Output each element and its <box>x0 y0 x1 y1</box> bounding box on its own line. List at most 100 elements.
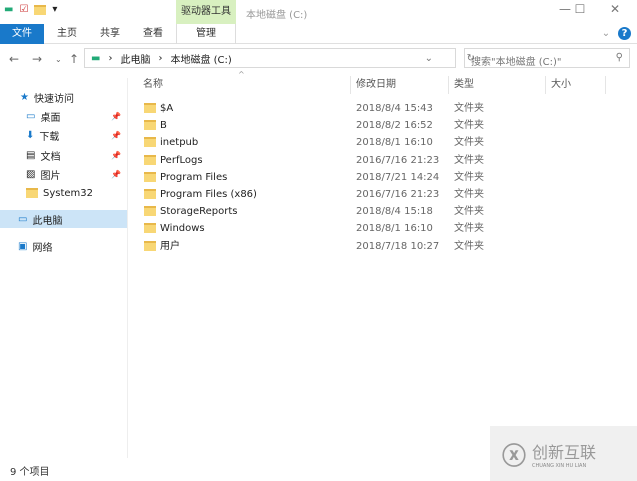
sidebar-item-network[interactable]: ▣ 网络 <box>0 237 127 255</box>
search-icon: ⚲ <box>615 52 623 63</box>
pin-icon: 📌 <box>111 169 121 179</box>
file-type: 文件夹 <box>454 240 484 252</box>
column-headers: ^ 名称 修改日期 类型 大小 <box>138 70 608 96</box>
column-size[interactable]: 大小 <box>546 76 606 94</box>
file-name: 用户 <box>160 240 180 252</box>
tab-share[interactable]: 共享 <box>95 24 125 44</box>
file-name: Program Files (x86) <box>160 189 257 200</box>
forward-button[interactable]: → <box>32 52 42 66</box>
file-type: 文件夹 <box>454 206 484 218</box>
separator-icon: › <box>158 52 163 64</box>
file-date: 2018/8/4 15:18 <box>356 206 433 218</box>
file-name: B <box>160 120 167 132</box>
file-type: 文件夹 <box>454 154 484 166</box>
picture-icon: ▨ <box>26 168 36 180</box>
sidebar-item-this-pc[interactable]: ▭ 此电脑 <box>0 210 127 228</box>
properties-icon[interactable]: ☑ <box>19 4 28 15</box>
sidebar-item-desktop[interactable]: ▭ 桌面 📌 <box>0 107 127 125</box>
close-button[interactable]: ✕ <box>600 2 630 20</box>
file-date: 2018/8/2 16:52 <box>356 120 433 132</box>
folder-icon <box>144 169 156 186</box>
file-date: 2018/8/1 16:10 <box>356 137 433 149</box>
sidebar-item-label: 网络 <box>32 242 53 254</box>
status-item-count: 9 个项目 <box>10 467 50 478</box>
tab-home[interactable]: 主页 <box>52 24 82 44</box>
column-date[interactable]: 修改日期 <box>351 76 449 94</box>
pin-icon: 📌 <box>111 111 121 121</box>
file-row[interactable]: StorageReports 2018/8/4 15:18 文件夹 <box>138 203 608 220</box>
tab-file[interactable]: 文件 <box>0 24 44 44</box>
sidebar-item-label: 快速访问 <box>33 93 74 105</box>
file-date: 2018/7/18 10:27 <box>356 240 440 252</box>
window-title: 本地磁盘 (C:) <box>246 10 308 21</box>
file-row[interactable]: B 2018/8/2 16:52 文件夹 <box>138 117 608 134</box>
sidebar-item-label: 图片 <box>40 170 61 182</box>
computer-icon: ▭ <box>18 213 28 225</box>
file-date: 2018/8/1 16:10 <box>356 223 433 235</box>
drive-tools-context-tab: 驱动器工具 <box>176 0 236 24</box>
tab-manage[interactable]: 管理 <box>176 24 236 44</box>
file-date: 2018/7/21 14:24 <box>356 171 440 183</box>
file-name: inetpub <box>160 137 199 149</box>
folder-icon <box>144 134 156 151</box>
network-icon: ▣ <box>18 240 28 252</box>
watermark-logo: ⓧ 创新互联 CHUANG XIN HU LIAN <box>490 426 637 481</box>
file-type: 文件夹 <box>454 189 484 200</box>
file-name: StorageReports <box>160 206 238 218</box>
sidebar-item-label: 此电脑 <box>32 215 63 227</box>
sidebar-item-downloads[interactable]: ⬇ 下载 📌 <box>0 126 127 144</box>
folder-icon <box>144 100 156 117</box>
file-name: Program Files <box>160 171 228 183</box>
search-input[interactable]: 搜索"本地磁盘 (C:)" ⚲ <box>464 48 630 68</box>
ribbon-tabs: 文件 主页 共享 查看 管理 ⌄ ? <box>0 24 637 44</box>
back-button[interactable]: ← <box>9 52 19 66</box>
maximize-button[interactable]: ☐ <box>565 2 595 20</box>
logo-icon: ⓧ <box>502 442 526 470</box>
file-row[interactable]: inetpub 2018/8/1 16:10 文件夹 <box>138 134 608 151</box>
help-icon[interactable]: ? <box>618 27 631 40</box>
desktop-icon: ▭ <box>26 110 36 122</box>
folder-icon <box>144 220 156 237</box>
file-name: PerfLogs <box>160 154 203 166</box>
folder-icon <box>26 188 38 198</box>
file-row[interactable]: PerfLogs 2016/7/16 21:23 文件夹 <box>138 152 608 169</box>
sidebar-item-label: 下载 <box>39 131 60 143</box>
column-name[interactable]: 名称 <box>138 76 351 94</box>
file-row[interactable]: $A 2018/8/4 15:43 文件夹 <box>138 100 608 117</box>
file-type: 文件夹 <box>454 120 484 132</box>
expand-ribbon-icon[interactable]: ⌄ <box>600 24 612 44</box>
address-dropdown-icon[interactable]: ⌄ <box>425 53 433 64</box>
column-type[interactable]: 类型 <box>449 76 546 94</box>
title-bar: ▬ ☑ ▾ 驱动器工具 本地磁盘 (C:) — ☐ ✕ <box>0 0 637 24</box>
breadcrumb-drive[interactable]: 本地磁盘 (C:) <box>170 51 231 66</box>
sidebar-item-quick-access[interactable]: ★ 快速访问 <box>0 88 127 106</box>
file-type: 文件夹 <box>454 171 484 183</box>
document-icon: ▤ <box>26 149 36 161</box>
tab-view[interactable]: 查看 <box>138 24 168 44</box>
file-date: 2016/7/16 21:23 <box>356 189 440 200</box>
search-placeholder: 搜索"本地磁盘 (C:)" <box>471 57 562 68</box>
breadcrumb-this-pc[interactable]: 此电脑 <box>120 51 150 66</box>
file-row[interactable]: Windows 2018/8/1 16:10 文件夹 <box>138 220 608 237</box>
new-folder-icon[interactable] <box>34 4 47 15</box>
customize-dropdown-icon[interactable]: ▾ <box>52 4 57 15</box>
sidebar-item-system32[interactable]: System32 <box>0 184 127 202</box>
file-type: 文件夹 <box>454 137 484 149</box>
sidebar-item-pictures[interactable]: ▨ 图片 📌 <box>0 165 127 183</box>
download-icon: ⬇ <box>26 129 35 141</box>
drive-icon[interactable]: ▬ <box>4 4 13 15</box>
folder-icon <box>144 152 156 169</box>
navigation-pane: ★ 快速访问 ▭ 桌面 📌 ⬇ 下载 📌 ▤ 文档 📌 ▨ 图片 📌 System32 ▭ 此电脑 … <box>0 78 128 458</box>
up-button[interactable]: ↑ <box>69 52 79 66</box>
sidebar-item-label: System32 <box>43 187 94 199</box>
quick-access-toolbar: ▬ ☑ ▾ <box>4 4 57 15</box>
file-date: 2018/8/4 15:43 <box>356 103 433 114</box>
file-row[interactable]: Program Files (x86) 2016/7/16 21:23 文件夹 <box>138 186 608 203</box>
address-bar[interactable]: ▬ › 此电脑 › 本地磁盘 (C:) ⌄ ↻ <box>84 48 475 68</box>
sidebar-item-documents[interactable]: ▤ 文档 📌 <box>0 146 127 164</box>
file-row[interactable]: 用户 2018/7/18 10:27 文件夹 <box>138 238 608 255</box>
pin-icon: 📌 <box>111 130 121 140</box>
recent-locations-icon[interactable]: ⌄ <box>55 55 62 64</box>
file-row[interactable]: Program Files 2018/7/21 14:24 文件夹 <box>138 169 608 186</box>
pin-icon: 📌 <box>111 150 121 160</box>
